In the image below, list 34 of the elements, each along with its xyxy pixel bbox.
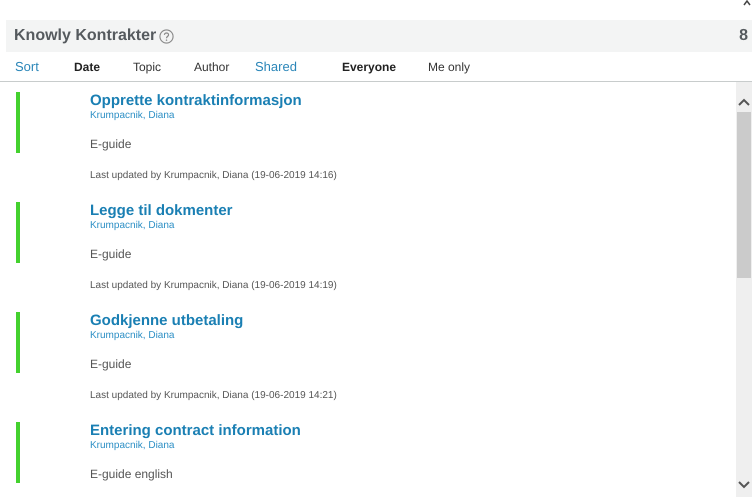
status-bar [16, 92, 20, 153]
guide-title-link[interactable]: Opprette kontraktinformasjon [90, 92, 337, 110]
filter-label: Shared [255, 58, 298, 76]
caret-up-icon[interactable] [743, 0, 751, 6]
status-bar [16, 422, 20, 483]
scroll-up-icon[interactable] [738, 98, 750, 106]
author-link[interactable]: Krumpacnik, Diana [90, 330, 337, 342]
guide-type: E-guide [90, 136, 132, 153]
guide-type: E-guide [90, 246, 132, 263]
author-link[interactable]: Krumpacnik, Diana [90, 110, 337, 122]
guide-type: E-guide english [90, 466, 174, 483]
guide-type: E-guide [90, 356, 132, 373]
author-link[interactable]: Krumpacnik, Diana [90, 440, 301, 452]
guide-title-link[interactable]: Legge til dokmenter [90, 202, 337, 220]
filter-option[interactable]: Date [74, 58, 133, 76]
help-icon[interactable] [159, 28, 174, 44]
widget-title: Knowly Kontrakter [14, 26, 156, 46]
guide-title-link[interactable]: Godkjenne utbetaling [90, 312, 337, 330]
filter-option[interactable]: Everyone [342, 58, 428, 76]
filter-label: Sort [15, 58, 40, 76]
status-bar [16, 312, 20, 373]
last-updated-text: Last updated by Krumpacnik, Diana (19-06-2019 14:21) [90, 389, 337, 403]
scroll-down-icon[interactable] [738, 481, 750, 489]
author-link[interactable]: Krumpacnik, Diana [90, 220, 337, 232]
status-bar [16, 202, 20, 263]
guide-title-link[interactable]: Entering contract information [90, 422, 301, 440]
filter-option[interactable]: Me only [428, 58, 514, 76]
last-updated-text: Last updated by Krumpacnik, Diana (19-06-2019 14:19) [90, 279, 337, 293]
scrollbar-thumb[interactable] [737, 112, 751, 278]
item-count: 8 [739, 26, 748, 46]
last-updated-text: Last updated by Krumpacnik, Diana (19-06-2019 14:16) [90, 169, 337, 183]
filter-option[interactable]: Topic [133, 58, 194, 76]
scrollbar[interactable] [736, 82, 752, 497]
filter-option[interactable]: Author [194, 58, 255, 76]
